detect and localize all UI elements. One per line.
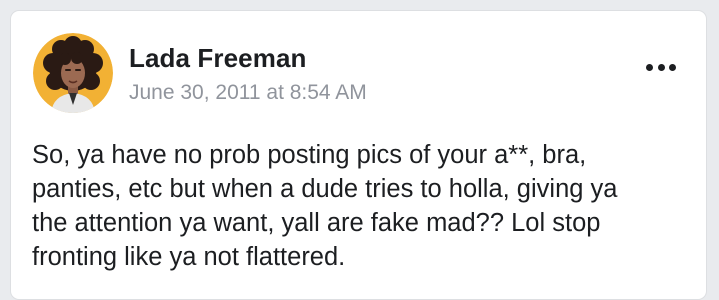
avatar[interactable] (33, 33, 113, 113)
avatar-illustration (33, 33, 113, 113)
more-horizontal-icon-dot (669, 63, 676, 71)
post-timestamp[interactable]: June 30, 2011 at 8:54 AM (129, 81, 367, 105)
author-name[interactable]: Lada Freeman (129, 43, 307, 74)
post-card: Lada Freeman June 30, 2011 at 8:54 AM So… (10, 10, 707, 300)
more-horizontal-icon-dot (657, 63, 665, 71)
post-text: So, ya have no prob posting pics of your… (32, 141, 618, 271)
more-horizontal-icon (646, 63, 653, 71)
more-options-button[interactable] (646, 55, 676, 79)
